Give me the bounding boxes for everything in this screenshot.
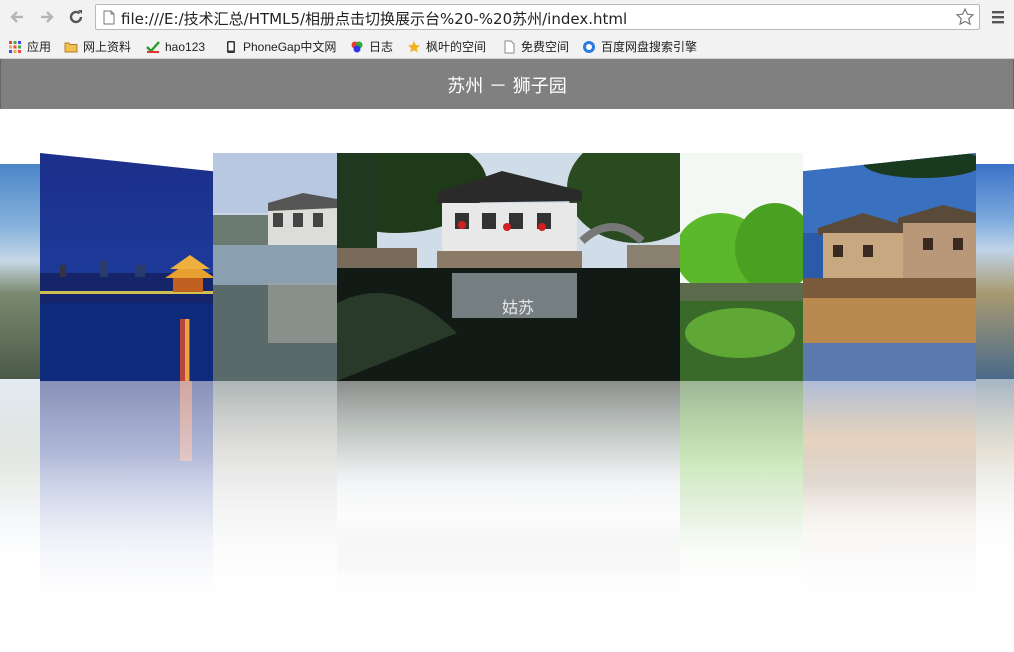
photo-night-pavilion[interactable] — [40, 153, 213, 381]
hao123-icon — [146, 40, 160, 53]
bookmark-label: 日志 — [369, 40, 394, 54]
bookmark-label: 网上资料 — [83, 40, 132, 54]
bookmark-label: hao123 — [165, 39, 206, 54]
page-icon — [504, 40, 515, 53]
bookmark-maple-space[interactable]: 枫叶的空间 — [407, 38, 486, 55]
address-bar[interactable]: file:///E:/技术汇总/HTML5/相册点击切换展示台%20-%20苏州… — [95, 4, 980, 30]
reflection-water-town — [337, 381, 680, 611]
canal-houses-image — [213, 153, 337, 381]
photo-canal-houses[interactable] — [213, 153, 337, 381]
night-pavilion-image — [40, 153, 213, 381]
page-title: 苏州 － 狮子园 — [447, 76, 567, 97]
reflection-edge-left — [0, 379, 40, 559]
reflection-old-houses — [803, 381, 976, 611]
bookmark-free-space[interactable]: 免费空间 — [502, 38, 569, 55]
bookmark-baidu-pan[interactable]: 百度网盘搜索引擎 — [582, 38, 697, 55]
menu-button[interactable] — [988, 7, 1008, 27]
back-button[interactable] — [6, 6, 28, 28]
photo-old-houses[interactable] — [803, 153, 976, 381]
folder-icon — [64, 42, 78, 52]
bookmark-label: 应用 — [27, 40, 52, 54]
colorful-flower-icon — [351, 41, 363, 52]
bookmark-hao123[interactable]: hao123 — [146, 38, 205, 55]
cloud-icon — [583, 40, 595, 53]
page-header: 苏州 － 狮子园 — [0, 59, 1014, 109]
reload-icon — [69, 10, 83, 24]
old-houses-image — [803, 153, 976, 381]
bookmark-diary[interactable]: 日志 — [350, 38, 393, 55]
page-icon — [103, 10, 115, 25]
bookmark-label: 枫叶的空间 — [426, 40, 487, 54]
phonegap-icon — [227, 40, 235, 53]
bookmark-phonegap[interactable]: PhoneGap中文网 — [224, 38, 336, 55]
bookmark-label: PhoneGap中文网 — [243, 40, 337, 54]
photo-water-town-bridge[interactable]: 姑苏 — [337, 153, 680, 381]
photo-edge-left[interactable] — [0, 164, 40, 379]
hamburger-menu-icon — [992, 11, 1004, 24]
reflection-canal-houses — [213, 381, 337, 611]
bookmark-apps[interactable]: 应用 — [8, 38, 51, 55]
back-arrow-icon — [10, 11, 23, 23]
photo-edge-right[interactable] — [976, 164, 1014, 379]
forward-arrow-icon — [41, 11, 54, 23]
reflection-willow-pond — [680, 381, 803, 611]
url-text: file:///E:/技术汇总/HTML5/相册点击切换展示台%20-%20苏州… — [121, 10, 628, 28]
photo-willow-pond[interactable] — [680, 153, 803, 381]
bookmark-star-icon[interactable] — [955, 7, 975, 27]
water-town-image: 姑苏 — [337, 153, 680, 381]
bookmark-label: 免费空间 — [521, 40, 570, 54]
browser-toolbar: file:///E:/技术汇总/HTML5/相册点击切换展示台%20-%20苏州… — [0, 0, 1014, 34]
bookmarks-bar: 应用 网上资料 hao123 PhoneGap中文网 日志 枫叶的空间 免费空间… — [0, 34, 1014, 59]
reflection-night-pavilion — [40, 381, 213, 611]
apps-grid-icon — [9, 40, 21, 53]
calligraphy-mark: 姑苏 — [502, 298, 534, 317]
forward-button[interactable] — [36, 6, 58, 28]
reload-button[interactable] — [65, 6, 87, 28]
photo-gallery: 姑苏 — [0, 109, 1014, 652]
bookmark-label: 百度网盘搜索引擎 — [601, 40, 698, 54]
reflection-edge-right — [976, 379, 1014, 559]
willow-pond-image — [680, 153, 803, 381]
bookmark-online-docs[interactable]: 网上资料 — [64, 38, 131, 55]
star-badge-icon — [408, 40, 420, 52]
